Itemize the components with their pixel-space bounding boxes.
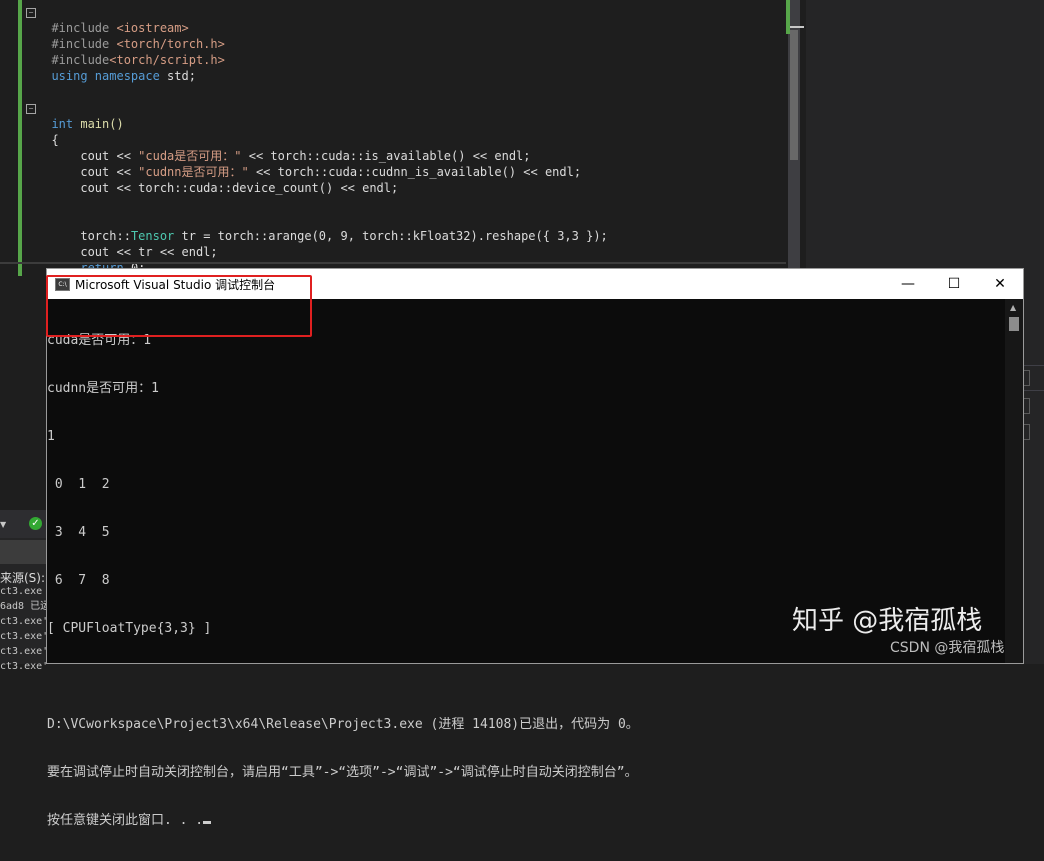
watermark-csdn: CSDN @我宿孤栈	[890, 640, 1005, 656]
code-line: {	[37, 116, 58, 147]
minimize-button[interactable]: —	[885, 269, 931, 299]
output-line: ct3.exe'	[0, 661, 49, 672]
code-line: #include<torch/script.h>	[37, 36, 224, 67]
maximize-button[interactable]: ☐	[931, 269, 977, 299]
output-line: ct3.exe'	[0, 646, 49, 657]
console-line: cudnn是否可用：1	[47, 381, 159, 396]
collapse-icon[interactable]: −	[26, 104, 36, 114]
collapse-icon[interactable]: −	[26, 8, 36, 18]
console-line: 3 4 5	[47, 525, 110, 540]
code-line: #include <iostream>	[37, 4, 188, 35]
code-line: #include <torch/torch.h>	[37, 20, 224, 51]
output-line: 6ad8 已运	[0, 601, 51, 612]
output-line: ct3.exe'	[0, 631, 49, 642]
code-line: int main()	[37, 100, 123, 131]
console-line-last: 按任意键关闭此窗口. . .	[47, 813, 1003, 829]
console-line: D:\VCworkspace\Project3\x64\Release\Proj…	[47, 717, 639, 732]
text-cursor	[203, 821, 212, 824]
console-line: 6 7 8	[47, 573, 110, 588]
output-tab-strip	[0, 540, 46, 564]
watermark-zhihu: 知乎 @我宿孤栈	[792, 606, 983, 636]
console-scrollbar-thumb[interactable]	[1009, 317, 1019, 331]
code-token: tr = torch::arange(0, 9, torch::kFloat32…	[174, 229, 608, 243]
editor-gutter	[0, 0, 18, 276]
scroll-up-arrow-icon[interactable]: ▲	[1010, 303, 1016, 312]
console-line: 1	[47, 429, 55, 444]
output-line: ct3.exe	[0, 586, 43, 597]
code-line: using namespace std;	[37, 52, 196, 83]
code-token: std;	[167, 69, 196, 83]
code-token: using namespace	[51, 69, 168, 83]
highlight-annotation-box	[46, 275, 312, 337]
close-button[interactable]: ✕	[977, 269, 1023, 299]
code-line: torch::Tensor tr = torch::arange(0, 9, t…	[37, 212, 607, 243]
editor-scrollbar-thumb[interactable]	[790, 30, 798, 160]
code-line: cout << "cudnn是否可用：" << torch::cuda::cud…	[37, 148, 581, 179]
output-line: ct3.exe'	[0, 616, 49, 627]
console-line: 按任意键关闭此窗口. . .	[47, 813, 204, 828]
scrollbar-caret-marker	[790, 26, 804, 28]
editor-divider	[0, 262, 786, 264]
code-token: cout << torch::cuda::device_count() << e…	[51, 181, 399, 195]
scrollbar-change-marker	[786, 0, 790, 34]
code-line: cout << torch::cuda::device_count() << e…	[37, 164, 398, 195]
code-line: return 0;	[37, 244, 145, 275]
console-line: 要在调试停止时自动关闭控制台，请启用“工具”->“选项”->“调试”->“调试停…	[47, 765, 638, 780]
change-indicator-bar	[18, 0, 22, 276]
code-token: main()	[80, 117, 124, 131]
console-output[interactable]: cuda是否可用：1 cudnn是否可用：1 1 0 1 2 3 4 5 6 7…	[47, 301, 1003, 861]
console-line: 0 1 2	[47, 477, 110, 492]
code-line: cout << "cuda是否可用：" << torch::cuda::is_a…	[37, 132, 530, 163]
dropdown-arrow-icon[interactable]: ▼	[0, 520, 6, 529]
success-check-icon: ✓	[29, 517, 42, 530]
code-line: cout << tr << endl;	[37, 228, 217, 259]
console-scrollbar[interactable]	[1005, 299, 1023, 663]
